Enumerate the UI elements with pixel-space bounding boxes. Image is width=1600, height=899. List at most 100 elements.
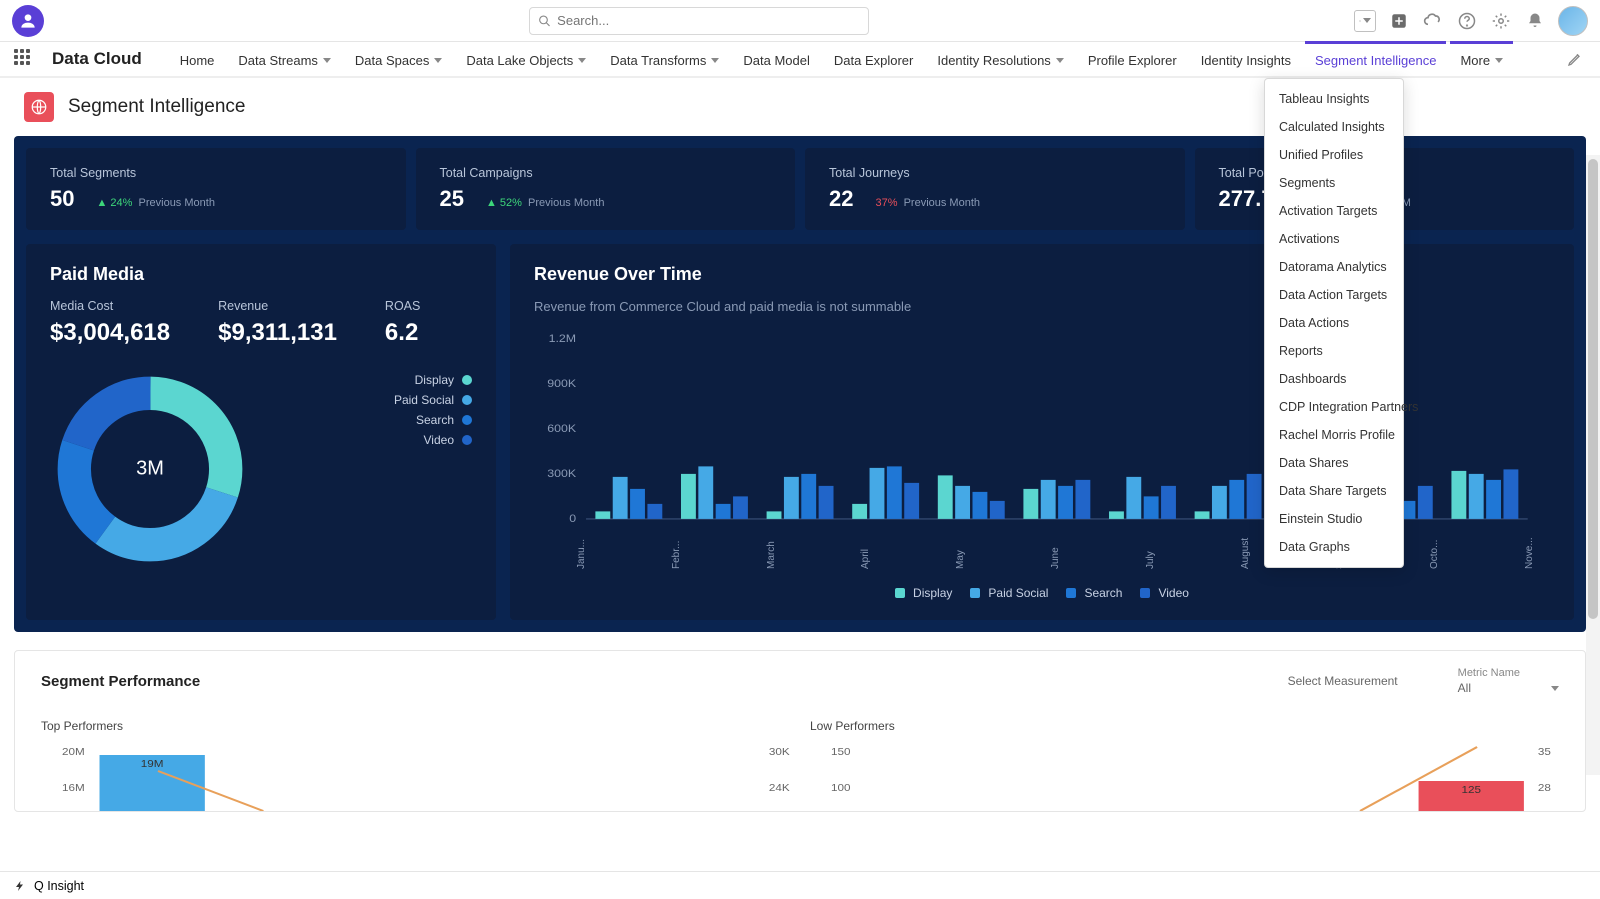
low-performers-chart: 150 100 125 35 28 (810, 741, 1559, 811)
x-axis-label: March (766, 555, 777, 569)
pencil-icon (1567, 51, 1583, 67)
more-item-einstein-studio[interactable]: Einstein Studio (1265, 505, 1403, 533)
legend-item: Search (394, 413, 472, 427)
more-item-data-share-targets[interactable]: Data Share Targets (1265, 477, 1403, 505)
svg-text:30K: 30K (769, 747, 790, 758)
donut-legend: Display Paid Social Search Video (394, 373, 472, 447)
legend-swatch (1140, 588, 1150, 598)
paid-media-metric: ROAS 6.2 (385, 299, 420, 347)
nav-item-data-lake-objects[interactable]: Data Lake Objects (456, 41, 596, 77)
more-item-tableau-insights[interactable]: Tableau Insights (1265, 85, 1403, 113)
chevron-down-icon (323, 58, 331, 63)
more-item-activations[interactable]: Activations (1265, 225, 1403, 253)
more-item-unified-profiles[interactable]: Unified Profiles (1265, 141, 1403, 169)
more-item-segments[interactable]: Segments (1265, 169, 1403, 197)
edit-nav-button[interactable] (1564, 48, 1586, 70)
user-avatar[interactable] (1558, 6, 1588, 36)
legend-swatch (462, 415, 472, 425)
gear-icon (1492, 12, 1510, 30)
svg-text:16M: 16M (62, 783, 85, 794)
more-item-data-actions[interactable]: Data Actions (1265, 309, 1403, 337)
bar-legend: Display Paid Social Search Video (534, 586, 1550, 600)
nav-items: HomeData StreamsData SpacesData Lake Obj… (170, 41, 1586, 77)
metric-name-value: All (1458, 681, 1471, 695)
select-measurement-label[interactable]: Select Measurement (1288, 674, 1398, 688)
kpi-value: 50 (50, 186, 74, 212)
nav-item-identity-insights[interactable]: Identity Insights (1191, 41, 1301, 77)
more-item-rachel-morris-profile[interactable]: Rachel Morris Profile (1265, 421, 1403, 449)
more-item-cdp-integration-partners[interactable]: CDP Integration Partners (1265, 393, 1403, 421)
metric-name-select[interactable]: Metric Name All (1458, 667, 1559, 695)
app-logo[interactable] (12, 5, 44, 37)
more-item-activation-targets[interactable]: Activation Targets (1265, 197, 1403, 225)
svg-text:900K: 900K (547, 378, 576, 390)
nav-item-profile-explorer[interactable]: Profile Explorer (1078, 41, 1187, 77)
metric-value: 6.2 (385, 319, 420, 347)
more-item-data-shares[interactable]: Data Shares (1265, 449, 1403, 477)
plus-icon (1390, 12, 1408, 30)
legend-item: Paid Social (970, 586, 1048, 600)
settings-button[interactable] (1490, 10, 1512, 32)
svg-text:300K: 300K (547, 468, 576, 480)
chevron-down-icon (578, 58, 586, 63)
footer-bar: Q Insight (0, 871, 1600, 899)
page-title: Segment Intelligence (68, 96, 245, 118)
x-axis-label: May (955, 555, 966, 569)
x-axis-label: Octo... (1429, 555, 1440, 569)
x-axis-label: August (1240, 555, 1251, 569)
chevron-down-icon (1363, 18, 1371, 23)
nav-item-identity-resolutions[interactable]: Identity Resolutions (927, 41, 1073, 77)
help-button[interactable] (1456, 10, 1478, 32)
more-item-calculated-insights[interactable]: Calculated Insights (1265, 113, 1403, 141)
nav-item-data-explorer[interactable]: Data Explorer (824, 41, 923, 77)
add-button[interactable] (1388, 10, 1410, 32)
svg-text:24K: 24K (769, 783, 790, 794)
nav-item-label: Identity Resolutions (937, 53, 1050, 68)
nav-item-label: More (1460, 53, 1490, 68)
nav-item-label: Identity Insights (1201, 53, 1291, 68)
more-item-data-action-targets[interactable]: Data Action Targets (1265, 281, 1403, 309)
nav-item-data-model[interactable]: Data Model (733, 41, 819, 77)
nav-item-data-spaces[interactable]: Data Spaces (345, 41, 452, 77)
global-header (0, 0, 1600, 42)
footer-label[interactable]: Q Insight (34, 879, 84, 893)
notifications-button[interactable] (1524, 10, 1546, 32)
kpi-value: 22 (829, 186, 853, 212)
svg-text:1.2M: 1.2M (549, 333, 577, 345)
search-wrap (44, 7, 1354, 35)
seg-perf-header: Segment Performance Select Measurement M… (41, 667, 1559, 695)
legend-item: Video (1140, 586, 1188, 600)
global-search[interactable] (529, 7, 869, 35)
more-item-reports[interactable]: Reports (1265, 337, 1403, 365)
x-axis-label: June (1050, 555, 1061, 569)
vertical-scrollbar[interactable] (1586, 155, 1600, 775)
nav-item-label: Profile Explorer (1088, 53, 1177, 68)
scrollbar-thumb[interactable] (1588, 159, 1598, 619)
nav-item-data-transforms[interactable]: Data Transforms (600, 41, 729, 77)
bolt-icon (14, 880, 26, 892)
legend-swatch (1066, 588, 1076, 598)
more-item-datorama-analytics[interactable]: Datorama Analytics (1265, 253, 1403, 281)
svg-text:35: 35 (1538, 747, 1551, 758)
legend-item: Search (1066, 586, 1122, 600)
nav-item-data-streams[interactable]: Data Streams (228, 41, 340, 77)
bell-icon (1526, 12, 1544, 30)
salesforce-button[interactable] (1422, 10, 1444, 32)
header-actions (1354, 6, 1588, 36)
legend-item: Paid Social (394, 393, 472, 407)
svg-text:20M: 20M (62, 747, 85, 758)
app-launcher-icon[interactable] (14, 49, 34, 69)
kpi-label: Total Segments (50, 166, 382, 180)
more-item-dashboards[interactable]: Dashboards (1265, 365, 1403, 393)
nav-item-segment-intelligence[interactable]: Segment Intelligence (1305, 41, 1446, 77)
legend-label: Video (424, 433, 454, 447)
legend-label: Display (415, 373, 454, 387)
nav-item-more[interactable]: More (1450, 41, 1513, 77)
favorites-button[interactable] (1354, 10, 1376, 32)
more-item-data-graphs[interactable]: Data Graphs (1265, 533, 1403, 561)
metric-value: $3,004,618 (50, 319, 170, 347)
legend-label: Display (913, 586, 952, 600)
legend-swatch (970, 588, 980, 598)
nav-item-home[interactable]: Home (170, 41, 225, 77)
search-input[interactable] (557, 13, 860, 28)
